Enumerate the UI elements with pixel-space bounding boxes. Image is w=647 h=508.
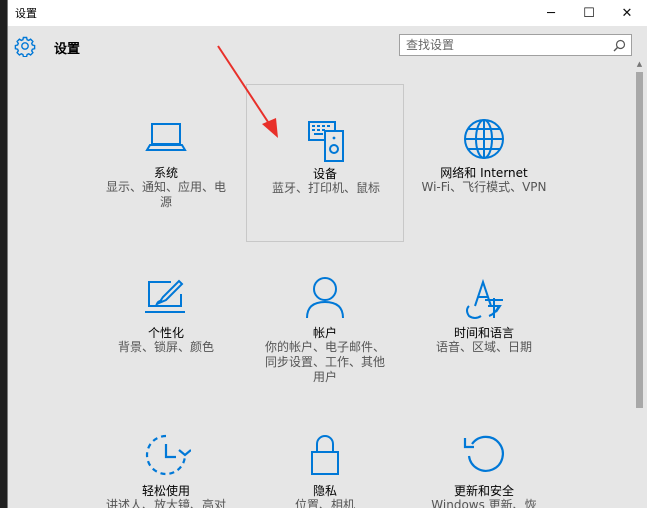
tile-update-security[interactable]: 更新和安全 Windows 更新、恢 bbox=[405, 406, 563, 508]
tile-time-language-label: 时间和语言 bbox=[453, 326, 514, 340]
ease-of-access-icon bbox=[141, 434, 191, 478]
tile-personalization-desc: 背景、锁屏、颜色 bbox=[117, 340, 214, 354]
tile-system-label: 系统 bbox=[153, 166, 178, 180]
search-box[interactable] bbox=[399, 34, 632, 56]
minimize-button[interactable]: ─ bbox=[532, 0, 570, 26]
tile-accounts-label: 帐户 bbox=[312, 326, 337, 340]
tile-accounts[interactable]: 帐户 你的帐户、电子邮件、同步设置、工作、其他用户 bbox=[246, 244, 404, 404]
tile-network[interactable]: 网络和 Internet Wi-Fi、飞行模式、VPN bbox=[405, 84, 563, 242]
update-icon bbox=[459, 434, 509, 478]
tile-time-language[interactable]: 时间和语言 语音、区域、日期 bbox=[405, 244, 563, 404]
tile-privacy-desc: 位置、相机 bbox=[294, 498, 355, 508]
settings-window: 设置 ─ ☐ ✕ 设置 ▲ bbox=[7, 0, 647, 508]
laptop-icon bbox=[141, 118, 191, 162]
person-icon bbox=[300, 276, 350, 320]
tile-privacy[interactable]: 隐私 位置、相机 bbox=[246, 406, 404, 508]
search-icon[interactable] bbox=[613, 39, 626, 52]
scroll-thumb[interactable] bbox=[636, 72, 643, 408]
devices-icon bbox=[301, 119, 351, 163]
tile-system-desc: 显示、通知、应用、电源 bbox=[105, 180, 226, 209]
tile-update-security-desc: Windows 更新、恢 bbox=[431, 498, 537, 508]
scrollbar[interactable]: ▲ bbox=[634, 58, 645, 504]
tile-personalization[interactable]: 个性化 背景、锁屏、颜色 bbox=[87, 244, 245, 404]
lock-icon bbox=[300, 434, 350, 478]
scroll-up-icon[interactable]: ▲ bbox=[634, 58, 645, 70]
page-title: 设置 bbox=[54, 42, 81, 57]
personalization-icon bbox=[141, 276, 191, 320]
annotation-arrow-icon bbox=[208, 40, 288, 140]
title-bar: 设置 ─ ☐ ✕ bbox=[8, 0, 647, 26]
tile-personalization-label: 个性化 bbox=[147, 326, 184, 340]
tile-ease-of-access-label: 轻松使用 bbox=[141, 484, 190, 498]
tile-network-label: 网络和 Internet bbox=[440, 166, 528, 180]
tile-devices-label: 设备 bbox=[312, 167, 337, 181]
time-language-icon bbox=[459, 276, 509, 320]
tile-accounts-desc: 你的帐户、电子邮件、同步设置、工作、其他用户 bbox=[264, 340, 385, 384]
window-title: 设置 bbox=[15, 7, 37, 20]
tile-update-security-label: 更新和安全 bbox=[453, 484, 514, 498]
gear-icon bbox=[14, 35, 36, 57]
tile-ease-of-access-desc: 讲述人、放大镜、高对 bbox=[105, 498, 226, 508]
tile-devices-desc: 蓝牙、打印机、鼠标 bbox=[271, 181, 380, 195]
tile-ease-of-access[interactable]: 轻松使用 讲述人、放大镜、高对 bbox=[87, 406, 245, 508]
tile-time-language-desc: 语音、区域、日期 bbox=[435, 340, 532, 354]
tile-network-desc: Wi-Fi、飞行模式、VPN bbox=[421, 180, 547, 194]
tile-privacy-label: 隐私 bbox=[312, 484, 337, 498]
close-button[interactable]: ✕ bbox=[608, 0, 646, 26]
settings-header: 设置 bbox=[8, 26, 647, 68]
search-input[interactable] bbox=[406, 37, 606, 53]
globe-icon bbox=[459, 118, 509, 162]
maximize-button[interactable]: ☐ bbox=[570, 0, 608, 26]
